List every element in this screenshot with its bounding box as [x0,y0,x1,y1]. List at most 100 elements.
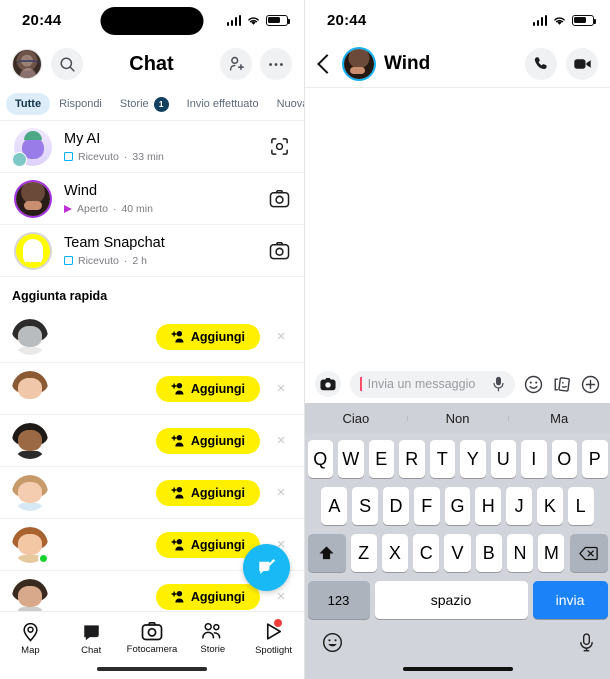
chat-row-wind[interactable]: Wind Aperto · 40 min [0,173,304,225]
key-r[interactable]: R [399,440,425,478]
search-icon[interactable] [51,48,83,80]
sticker-icon[interactable] [552,375,572,394]
backspace-icon[interactable] [569,534,608,572]
back-chevron-icon[interactable] [317,53,337,74]
add-friend-button[interactable]: Aggiungi [155,375,260,402]
dictation-mic-icon[interactable] [579,633,594,652]
key-x[interactable]: X [381,534,409,572]
add-friend-button[interactable]: Aggiungi [155,583,260,610]
conversation-header: Wind [305,40,610,88]
nav-item-storie[interactable]: Storie [182,621,243,655]
key-w[interactable]: W [338,440,364,478]
nav-item-chat[interactable]: Chat [61,621,122,656]
avatar[interactable] [14,179,52,218]
key-u[interactable]: U [490,440,516,478]
phone-call-icon[interactable] [525,47,557,80]
key-d[interactable]: D [383,487,409,525]
add-friend-icon[interactable] [220,48,252,80]
more-options-icon[interactable] [260,48,292,80]
keyboard-row-2: ASDFGHJKL [308,487,608,525]
add-friend-button[interactable]: Aggiungi [155,531,260,558]
shift-icon[interactable] [307,534,346,572]
numbers-key[interactable]: 123 [307,581,370,619]
bitmoji-avatar[interactable] [12,474,48,511]
chat-row-team-snapchat[interactable]: Team Snapchat Ricevuto · 2 h [0,225,304,277]
tab-tutte[interactable]: Tutte [6,93,51,115]
tab-rispondi[interactable]: Rispondi [50,93,111,115]
scan-icon[interactable] [269,136,290,157]
plus-circle-icon[interactable] [581,375,600,394]
key-s[interactable]: S [352,487,379,525]
key-l[interactable]: L [567,487,594,525]
suggestion-item[interactable]: Ma [508,411,610,426]
nav-item-spotlight[interactable]: Spotlight [243,619,304,656]
tab-nuova[interactable]: Nuova [268,93,304,115]
video-call-icon[interactable] [566,47,598,80]
camera-icon[interactable] [315,371,341,397]
bitmoji-avatar[interactable] [12,526,49,564]
key-y[interactable]: Y [460,440,486,478]
nav-item-fotocamera[interactable]: Fotocamera [122,621,183,655]
close-icon[interactable]: × [270,432,292,449]
key-q[interactable]: Q [307,440,333,478]
key-j[interactable]: J [506,487,532,525]
keyboard-emoji-icon[interactable] [322,632,343,653]
close-icon[interactable]: × [270,484,292,501]
nav-item-map[interactable]: Map [0,621,61,656]
close-icon[interactable]: × [270,328,292,345]
camera-icon[interactable] [269,241,290,260]
bitmoji-avatar[interactable] [12,422,48,459]
key-o[interactable]: O [551,440,577,478]
key-b[interactable]: B [475,534,502,572]
quick-add-row[interactable]: Aggiungi × [0,467,304,519]
add-friend-button[interactable]: Aggiungi [155,427,260,454]
key-n[interactable]: N [506,534,534,572]
tab-storie[interactable]: Storie 1 [111,92,178,117]
quick-add-row[interactable]: Aggiungi × [0,415,304,467]
contact-avatar[interactable] [344,48,374,79]
key-h[interactable]: H [475,487,502,525]
avatar[interactable] [12,127,52,167]
key-m[interactable]: M [538,534,565,572]
profile-avatar[interactable] [12,49,42,79]
key-k[interactable]: K [536,487,563,525]
battery-icon [266,14,291,26]
bitmoji-avatar[interactable] [12,578,48,615]
send-key[interactable]: invia [532,581,608,619]
microphone-icon[interactable] [492,376,505,392]
add-label: Aggiungi [190,537,245,552]
key-p[interactable]: P [582,440,608,478]
key-c[interactable]: C [413,534,440,572]
new-chat-icon[interactable] [243,544,290,591]
camera-icon[interactable] [269,189,290,208]
message-input[interactable]: Invia un messaggio [350,370,515,398]
quick-add-row[interactable]: Aggiungi × [0,311,304,363]
add-friend-button[interactable]: Aggiungi [155,479,260,506]
key-t[interactable]: T [429,440,455,478]
tab-invio-effettuato[interactable]: Invio effettuato [178,93,268,115]
key-i[interactable]: I [521,440,547,478]
key-z[interactable]: Z [350,534,377,572]
conversation-panel: 20:44 Wind Invia un messaggio Ciao Non M… [305,0,610,679]
text-cursor [360,377,362,391]
quick-add-row[interactable]: Aggiungi × [0,363,304,415]
add-friend-button[interactable]: Aggiungi [155,323,260,350]
bitmoji-avatar[interactable] [12,370,48,407]
key-f[interactable]: F [413,487,440,525]
add-person-icon [171,383,184,395]
suggestion-item[interactable]: Non [406,411,509,426]
add-label: Aggiungi [190,485,245,500]
avatar[interactable] [14,231,52,270]
close-icon[interactable]: × [270,380,292,397]
bitmoji-avatar[interactable] [12,318,48,355]
key-g[interactable]: G [444,487,471,525]
key-e[interactable]: E [368,440,394,478]
chat-row-my-ai[interactable]: My AI Ricevuto · 33 min [0,121,304,173]
chat-filter-tabs: Tutte Rispondi Storie 1 Invio effettuato… [0,88,304,120]
suggestion-item[interactable]: Ciao [305,411,407,426]
close-icon[interactable]: × [270,588,292,605]
smiley-icon[interactable] [524,375,543,394]
key-v[interactable]: V [444,534,471,572]
space-key[interactable]: spazio [374,581,528,619]
key-a[interactable]: A [321,487,348,525]
